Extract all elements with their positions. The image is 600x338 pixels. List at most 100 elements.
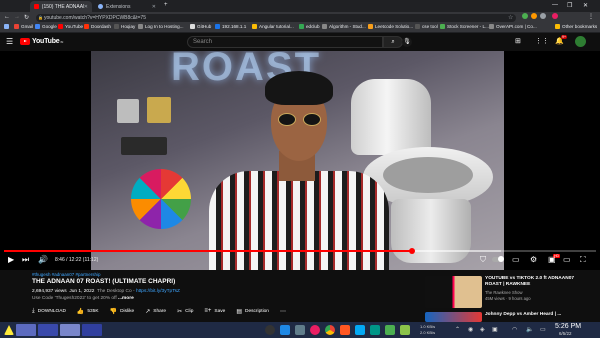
- volume-tray-icon[interactable]: 🔈: [526, 326, 533, 333]
- settings-gear-icon[interactable]: ⚙: [530, 255, 537, 264]
- bookmark-edclub[interactable]: edclub: [299, 24, 320, 29]
- miniplayer-icon[interactable]: ▣: [548, 255, 556, 264]
- extensions-favicon-icon: [98, 4, 103, 9]
- chrome-menu-icon[interactable]: ⋮: [588, 13, 594, 20]
- tray-arrow-icon[interactable]: ⌃: [455, 326, 460, 333]
- miniplayer-shield-icon[interactable]: ⛉: [480, 255, 486, 265]
- bookmark-other[interactable]: Other bookmarks: [555, 24, 597, 29]
- launcher-icon[interactable]: [4, 325, 14, 335]
- tray-app-icon[interactable]: ◈: [480, 326, 485, 333]
- close-window-button[interactable]: ✕: [583, 2, 588, 9]
- progress-bar[interactable]: [4, 248, 596, 254]
- wifi-icon[interactable]: ◠: [512, 326, 517, 333]
- tray-app-icon[interactable]: ▣: [492, 326, 498, 333]
- bookmark-youtube[interactable]: YouTube: [58, 24, 83, 29]
- voice-search-button[interactable]: 🎙: [402, 37, 412, 47]
- search-button[interactable]: ⌕: [383, 36, 403, 48]
- bookmark-github[interactable]: GitHub: [190, 24, 211, 29]
- suggested-video-channel: The Rawknee Show: [485, 290, 523, 295]
- taskbar-app-icon[interactable]: [385, 325, 395, 335]
- window-thumbnail[interactable]: [60, 324, 80, 336]
- show-more-link[interactable]: ...more: [118, 296, 134, 301]
- taskbar-app-icon[interactable]: [370, 325, 380, 335]
- taskbar-app-icon[interactable]: [295, 325, 305, 335]
- hamburger-menu-icon[interactable]: ☰: [6, 37, 13, 46]
- taskbar-app-icon[interactable]: [400, 325, 410, 335]
- bookmark-algorithm[interactable]: Algorithm - Stud...: [322, 24, 366, 29]
- apps-grid-icon[interactable]: ⋮⋮: [535, 37, 549, 45]
- new-tab-button[interactable]: +: [164, 2, 168, 8]
- bookmark-angular[interactable]: Angular tutorial...: [252, 24, 294, 29]
- minimize-button[interactable]: —: [552, 2, 558, 8]
- share-button[interactable]: ↗ Share: [145, 307, 166, 315]
- create-video-icon[interactable]: ⊞: [515, 37, 521, 45]
- video-hashtags[interactable]: #thugesh #adnaan07 #partnership: [32, 272, 101, 277]
- theater-mode-icon[interactable]: ▭: [563, 255, 571, 264]
- youtube-logo[interactable]: YouTube IN: [20, 38, 63, 45]
- address-bar[interactable]: 🔒 youtube.com/watch?v=HYPXDPCWB8c&t=75: [36, 14, 516, 22]
- taskbar-app-icon[interactable]: [310, 325, 320, 335]
- tab-close-icon[interactable]: ✕: [152, 4, 156, 10]
- taskbar-app-icon[interactable]: [340, 325, 350, 335]
- tab-youtube-video[interactable]: (150) THE ADNAAN 07 ROAST! (... ✕: [30, 1, 92, 12]
- files-app-icon[interactable]: [280, 325, 290, 335]
- clip-button[interactable]: ✂ Clip: [177, 307, 193, 315]
- fullscreen-icon[interactable]: ⛶: [580, 255, 586, 265]
- description-button[interactable]: ▤ Description: [236, 307, 269, 315]
- reload-icon[interactable]: ↻: [24, 14, 29, 21]
- chrome-app-icon[interactable]: [325, 325, 335, 335]
- system-date: 6/5/22: [559, 331, 572, 336]
- download-button[interactable]: ⤓ DOWNLOAD: [32, 307, 66, 315]
- bookmark-hosting[interactable]: Log In to Hosting...: [138, 24, 184, 29]
- maximize-button[interactable]: ❐: [567, 2, 572, 9]
- forward-arrow-icon[interactable]: →: [14, 14, 20, 20]
- video-frame: ROAST: [91, 51, 504, 270]
- window-thumbnail[interactable]: [16, 324, 36, 336]
- save-button[interactable]: ≡+ Save: [204, 307, 225, 315]
- bookmark-doordash[interactable]: Doordash: [84, 24, 111, 29]
- play-icon[interactable]: ▶: [8, 255, 14, 264]
- window-thumbnail[interactable]: [82, 324, 102, 336]
- extensions-puzzle-icon[interactable]: [540, 13, 546, 19]
- microphone-icon: 🎙: [403, 39, 411, 45]
- back-arrow-icon[interactable]: ←: [4, 14, 10, 20]
- bookmark-cse-tool[interactable]: cse tool: [415, 24, 438, 29]
- like-button[interactable]: 👍 535K: [77, 307, 99, 315]
- bookmark-hoqiay[interactable]: Hoqiay: [114, 24, 135, 29]
- tab-title: Extensions: [106, 3, 131, 10]
- battery-icon[interactable]: ▭: [540, 326, 546, 333]
- autoplay-toggle[interactable]: [492, 256, 504, 262]
- suggested-video[interactable]: YOUTUBE vs TIKTOK 2.0 ft ADNAAN07 ROAST …: [425, 276, 585, 310]
- tab-close-icon[interactable]: ✕: [84, 4, 88, 10]
- bookmark-overapi[interactable]: OverAPI.com | Co...: [489, 24, 537, 29]
- bookmark-gmail[interactable]: Gmail: [14, 24, 33, 29]
- volume-icon[interactable]: 🔊: [38, 255, 48, 264]
- subtitles-icon[interactable]: ▭: [512, 255, 520, 264]
- video-player[interactable]: ROAST: [0, 51, 600, 270]
- upload-date: Jun 1, 2022: [69, 289, 95, 294]
- profile-avatar-icon[interactable]: [552, 13, 558, 19]
- more-actions-button[interactable]: ⋯: [280, 307, 289, 315]
- progress-scrubber[interactable]: [408, 248, 415, 254]
- window-thumbnail[interactable]: [38, 324, 58, 336]
- tab-extensions[interactable]: Extensions ✕: [94, 1, 160, 12]
- extension-icon[interactable]: [522, 13, 528, 19]
- sponsor-link[interactable]: https://bit.ly/3yTpTsZ: [136, 289, 180, 294]
- taskbar-app-icon[interactable]: [265, 325, 275, 335]
- search-input[interactable]: Search: [187, 36, 383, 48]
- suggested-video[interactable]: Johnny Depp vs Amber Heard | ...: [425, 312, 585, 322]
- bookmark-router[interactable]: 192.168.1.1: [215, 24, 246, 29]
- bookmark-star-icon[interactable]: ☆: [508, 14, 513, 21]
- bookmark-google[interactable]: Google: [35, 24, 57, 29]
- tray-app-icon[interactable]: ◉: [468, 326, 473, 333]
- next-video-icon[interactable]: ⏭: [22, 255, 29, 265]
- account-avatar[interactable]: [575, 36, 586, 47]
- extension-icon[interactable]: [531, 13, 537, 19]
- bookmark-stock-screener[interactable]: Stock Screener - L...: [440, 24, 489, 29]
- system-clock[interactable]: 5:26 PM: [555, 323, 581, 330]
- taskbar-app-icon[interactable]: [355, 325, 365, 335]
- bookmark-leetcode[interactable]: Leetcode Solutio...: [368, 24, 413, 29]
- apps-icon[interactable]: [4, 24, 11, 29]
- video-title: THE ADNAAN 07 ROAST! (ULTIMATE CHAPRI): [32, 278, 176, 285]
- dislike-button[interactable]: 👎 Dislike: [110, 307, 135, 315]
